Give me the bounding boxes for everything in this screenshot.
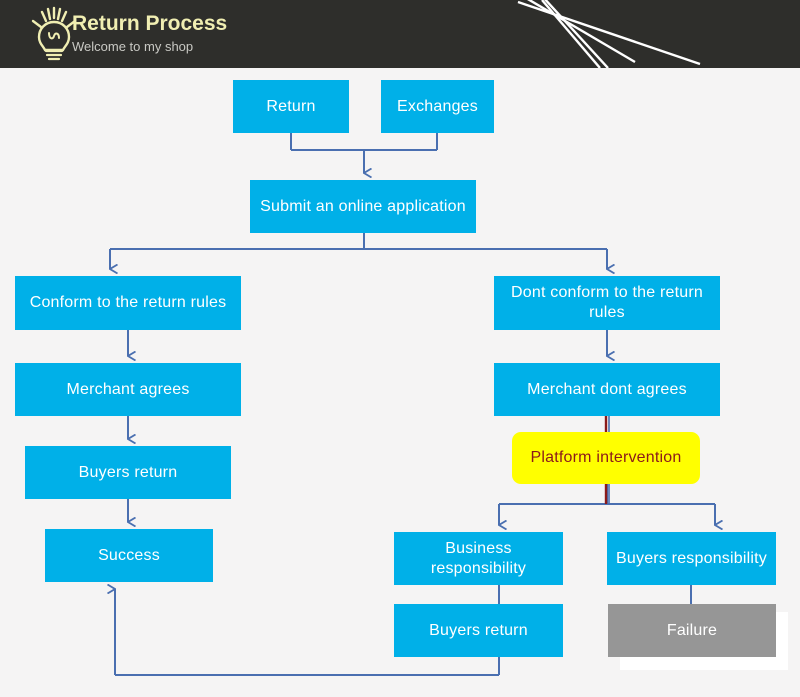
node-label: Exchanges xyxy=(397,97,478,115)
node-success[interactable]: Success xyxy=(45,529,213,582)
node-label: Buyers return xyxy=(78,463,178,481)
node-buyers-responsibility[interactable]: Buyers responsibility xyxy=(607,532,776,585)
node-label: Buyers responsibility xyxy=(616,549,767,567)
page-subtitle: Welcome to my shop xyxy=(72,39,194,54)
node-failure[interactable]: Failure xyxy=(608,604,776,657)
node-label: Conform to the return rules xyxy=(29,294,227,311)
node-conform-to-return-rules[interactable]: Conform to the return rules xyxy=(15,276,241,330)
node-label: Business responsibility xyxy=(430,539,527,577)
node-business-responsibility[interactable]: Business responsibility xyxy=(394,532,563,585)
node-submit-online-application[interactable]: Submit an online application xyxy=(250,180,476,233)
node-return[interactable]: Return xyxy=(233,80,349,133)
node-label: Merchant dont agrees xyxy=(527,380,687,398)
node-label: Failure xyxy=(666,621,718,639)
node-label: Platform intervention xyxy=(530,449,682,466)
node-label: Submit an online application xyxy=(260,197,466,215)
page-header: Return Process Welcome to my shop xyxy=(0,0,800,68)
page-title: Return Process xyxy=(72,12,228,35)
node-merchant-agrees[interactable]: Merchant agrees xyxy=(15,363,241,416)
header-decoration-lines-secondary xyxy=(517,0,701,68)
node-dont-conform-to-return-rules[interactable]: Dont conform to the return rules xyxy=(494,276,720,330)
flowchart-page: Return Process Welcome to my shop Return… xyxy=(0,0,800,697)
node-merchant-dont-agrees[interactable]: Merchant dont agrees xyxy=(494,363,720,416)
node-label: Dont conform to the return rules xyxy=(511,284,703,321)
header-text-block: Return Process Welcome to my shop xyxy=(72,11,227,56)
node-buyers-return-left[interactable]: Buyers return xyxy=(25,446,231,499)
node-exchanges[interactable]: Exchanges xyxy=(381,80,494,133)
node-label: Merchant agrees xyxy=(66,380,190,398)
node-label: Return xyxy=(266,97,316,115)
node-label: Success xyxy=(98,546,160,564)
node-platform-intervention[interactable]: Platform intervention xyxy=(512,432,700,484)
node-buyers-return-right[interactable]: Buyers return xyxy=(394,604,563,657)
node-label: Buyers return xyxy=(429,621,528,639)
